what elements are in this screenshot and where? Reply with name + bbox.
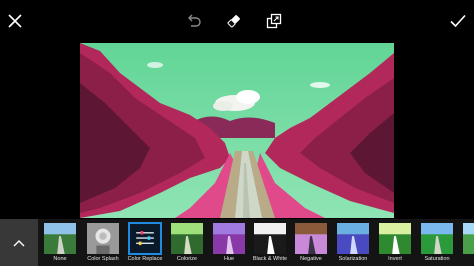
effect-thumbnail (420, 222, 454, 255)
effect-thumbnail (86, 222, 120, 255)
eraser-icon (227, 15, 240, 28)
effect-item-none[interactable]: None (41, 221, 79, 265)
effect-item-saturation[interactable]: Saturation (418, 221, 456, 265)
effect-item-color-replace[interactable]: Color Replace (126, 221, 164, 265)
effect-item-colorize[interactable]: Colorize (168, 221, 206, 265)
effect-thumbnail (43, 222, 77, 255)
effect-thumbnail (378, 222, 412, 255)
effect-thumbnail (253, 222, 287, 255)
close-button[interactable] (3, 9, 27, 33)
effects-strip: None Color Splash Color Replace Colorize Hue… (39, 219, 474, 266)
top-toolbar (0, 0, 474, 42)
effect-thumbnail (128, 222, 162, 255)
eraser-button[interactable] (222, 9, 246, 33)
compare-icon (266, 13, 282, 29)
effect-item-color-splash[interactable]: Color Splash (84, 221, 122, 265)
effects-panel: None Color Splash Color Replace Colorize Hue… (0, 219, 474, 266)
effect-item-solarization[interactable]: Solarization (334, 221, 372, 265)
undo-button[interactable] (182, 9, 206, 33)
apply-button[interactable] (446, 9, 470, 33)
photo-canvas[interactable] (80, 43, 394, 218)
effect-label: Bri (452, 256, 474, 263)
chevron-up-icon (13, 239, 25, 246)
effect-item-invert[interactable]: Invert (376, 221, 414, 265)
undo-icon (188, 14, 201, 27)
effect-thumbnail (212, 222, 246, 255)
effect-item-bri[interactable]: Bri (460, 221, 474, 265)
expand-panel-button[interactable] (0, 219, 38, 266)
effect-thumbnail (170, 222, 204, 255)
effect-thumbnail (462, 222, 474, 255)
effect-thumbnail (336, 222, 370, 255)
effect-item-negative[interactable]: Negative (292, 221, 330, 265)
close-icon (8, 14, 22, 28)
compare-button[interactable] (262, 9, 286, 33)
edited-photo (80, 43, 394, 218)
effect-thumbnail (294, 222, 328, 255)
checkmark-icon (450, 14, 466, 28)
